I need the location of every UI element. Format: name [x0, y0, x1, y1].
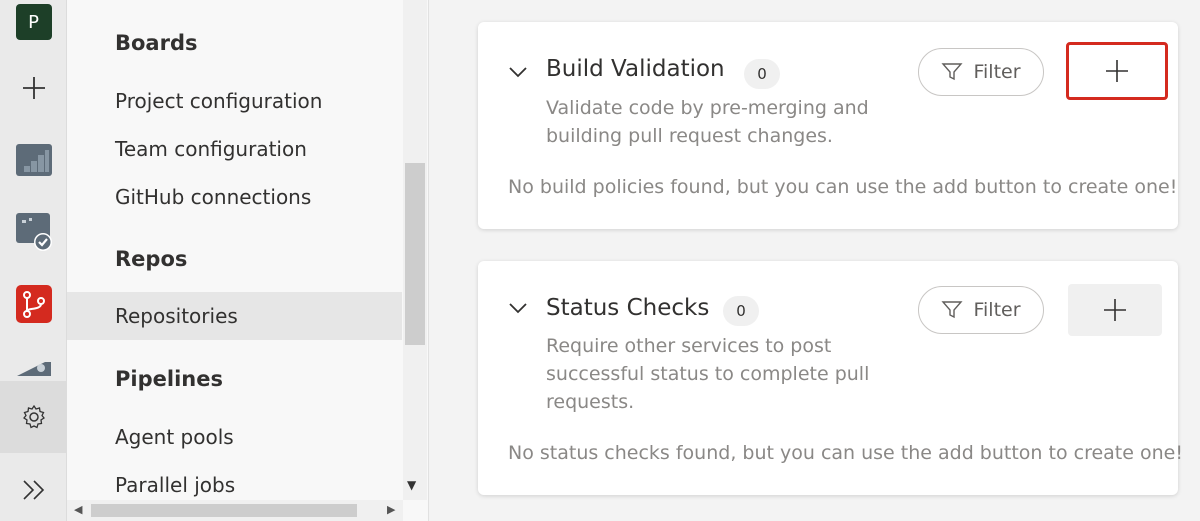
- build-validation-card: Build Validation 0 Validate code by pre-…: [478, 22, 1178, 229]
- add-status-check-button[interactable]: [1068, 284, 1162, 336]
- nav-team-configuration[interactable]: Team configuration: [67, 125, 402, 173]
- nav-rail: P: [0, 0, 67, 521]
- count-badge: 0: [723, 296, 759, 326]
- vertical-scroll-thumb[interactable]: [405, 163, 425, 345]
- sidebar-vertical-scrollbar[interactable]: ▼: [403, 0, 427, 500]
- filter-icon: [941, 63, 964, 81]
- build-validation-description: Validate code by pre-merging and buildin…: [546, 97, 869, 147]
- status-checks-title: Status Checks: [546, 295, 710, 321]
- filter-label: Filter: [973, 61, 1021, 83]
- section-pipelines: Pipelines: [115, 367, 223, 391]
- status-checks-card: Status Checks 0 Require other services t…: [478, 261, 1183, 495]
- nav-project-configuration[interactable]: Project configuration: [67, 77, 402, 125]
- expand-icon[interactable]: [0, 470, 67, 510]
- count-badge: 0: [744, 59, 780, 89]
- section-boards: Boards: [115, 31, 198, 55]
- nav-agent-pools[interactable]: Agent pools: [67, 413, 402, 461]
- build-validation-empty-message: No build policies found, but you can use…: [508, 176, 1178, 198]
- add-icon[interactable]: [0, 66, 67, 110]
- scroll-down-icon[interactable]: ▼: [407, 478, 416, 492]
- filter-icon: [941, 301, 964, 319]
- status-checks-empty-message: No status checks found, but you can use …: [508, 442, 1183, 464]
- chevron-down-icon[interactable]: [506, 296, 530, 320]
- add-icon: [1104, 299, 1126, 321]
- project-avatar[interactable]: P: [0, 2, 67, 42]
- scroll-right-icon[interactable]: ▶: [387, 503, 395, 516]
- test-plans-icon[interactable]: [0, 208, 67, 254]
- section-repos: Repos: [115, 247, 188, 271]
- settings-sidebar: Boards Project configuration Team config…: [67, 0, 429, 521]
- avatar: P: [15, 4, 52, 40]
- pipelines-icon[interactable]: [0, 350, 67, 380]
- status-checks-description: Require other services to post successfu…: [546, 335, 870, 413]
- add-icon: [1106, 60, 1128, 82]
- filter-button[interactable]: Filter: [918, 48, 1044, 96]
- filter-button[interactable]: Filter: [918, 286, 1044, 334]
- sidebar-horizontal-scrollbar[interactable]: ◀ ▶: [67, 500, 403, 521]
- nav-github-connections[interactable]: GitHub connections: [67, 173, 402, 221]
- horizontal-scroll-thumb[interactable]: [91, 504, 357, 517]
- repos-icon[interactable]: [0, 280, 67, 328]
- nav-repositories[interactable]: Repositories: [67, 292, 402, 340]
- boards-icon[interactable]: [0, 138, 67, 182]
- settings-icon[interactable]: [0, 381, 67, 453]
- chevron-down-icon[interactable]: [506, 60, 530, 84]
- scroll-left-icon[interactable]: ◀: [74, 503, 82, 516]
- build-validation-title: Build Validation: [546, 56, 725, 82]
- filter-label: Filter: [973, 299, 1021, 321]
- add-build-policy-button[interactable]: [1066, 42, 1168, 100]
